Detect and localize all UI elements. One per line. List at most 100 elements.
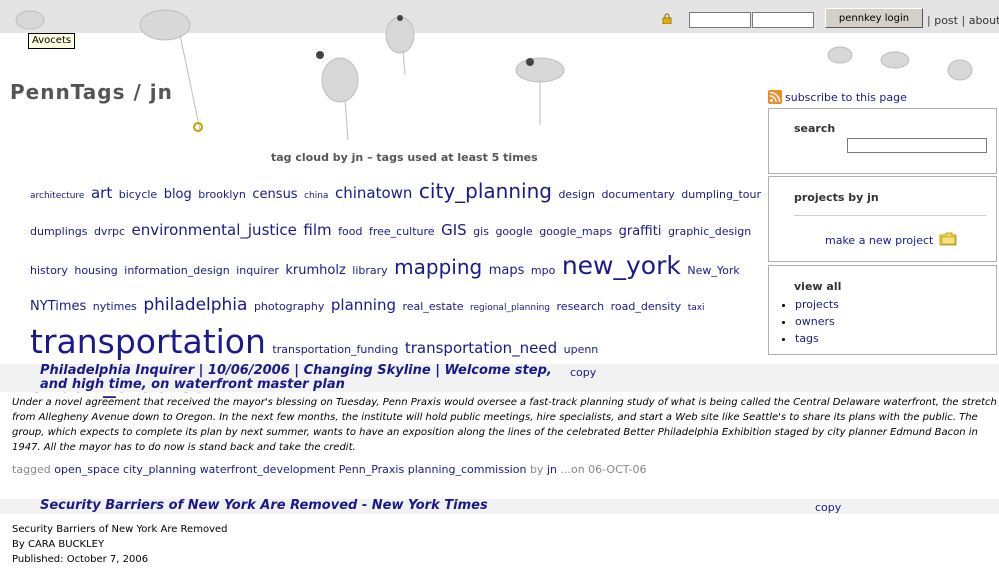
separator: | — [961, 14, 966, 27]
tag-link[interactable]: New_York — [687, 264, 739, 277]
description-line: By CARA BUCKLEY — [12, 539, 105, 550]
tag-link[interactable]: city_planning — [419, 179, 552, 203]
tag-link[interactable]: dumpling_tour — [681, 188, 761, 201]
copy-link[interactable]: copy — [815, 501, 841, 514]
divider — [794, 215, 986, 216]
lock-icon — [662, 13, 672, 24]
tag-link[interactable]: bicycle — [119, 188, 157, 201]
tag-link[interactable]: transportation_funding — [272, 343, 398, 356]
tag-link[interactable]: dvrpc — [94, 225, 125, 238]
tag-link[interactable]: mapping — [394, 255, 482, 279]
tag-link[interactable]: graphic_design — [668, 225, 751, 238]
tag-link[interactable]: NYTimes — [30, 299, 86, 314]
password-input[interactable] — [752, 12, 814, 28]
new-project-row: make a new project — [825, 232, 957, 247]
bookmark-meta: tagged open_space city_planning waterfro… — [12, 463, 646, 476]
copy-link[interactable]: copy — [570, 366, 596, 379]
search-panel: search — [768, 108, 997, 174]
tag-link[interactable]: new_york — [562, 251, 681, 280]
tag-link[interactable]: free_culture — [369, 225, 435, 238]
by-label: by — [529, 463, 544, 476]
subscribe-row: subscribe to this page — [768, 90, 907, 104]
tag-link[interactable]: design — [558, 188, 595, 201]
username-input[interactable] — [689, 12, 751, 28]
tag-link[interactable]: brooklyn — [198, 188, 246, 201]
folder-icon[interactable] — [939, 232, 957, 246]
tag-link[interactable]: graffiti — [619, 224, 662, 239]
tag-cloud-heading: tag cloud by jn – tags used at least 5 t… — [271, 151, 538, 164]
tag-link[interactable]: gis — [473, 225, 489, 238]
tag-link[interactable]: documentary — [601, 188, 674, 201]
view-all-heading: view all — [794, 280, 842, 293]
projects-panel: projects by jn make a new project — [768, 176, 997, 262]
tag-link[interactable]: transportation — [30, 322, 266, 361]
view-all-owners-link[interactable]: owners — [795, 315, 835, 328]
bookmark-date: ...on 06-OCT-06 — [560, 463, 647, 476]
tag-link[interactable]: nytimes — [93, 300, 137, 313]
tagged-label: tagged — [12, 463, 51, 476]
tag-link[interactable]: google_maps — [539, 225, 612, 238]
tag-link[interactable]: GIS — [441, 221, 467, 239]
bookmark-tag-link[interactable]: waterfront_development — [200, 463, 336, 476]
view-all-projects-link[interactable]: projects — [795, 298, 839, 311]
bookmark-tag-link[interactable]: city_planning — [123, 463, 196, 476]
bookmark-description: Under a novel agreement that received th… — [12, 397, 997, 453]
tag-link[interactable]: housing — [74, 264, 117, 277]
about-link[interactable]: about — [969, 14, 999, 27]
tag-link[interactable]: upenn — [564, 343, 599, 356]
tag-link[interactable]: regional_planning — [470, 303, 550, 313]
view-all-panel: view all projects owners tags — [768, 265, 997, 355]
search-input[interactable] — [847, 138, 987, 153]
tag-link[interactable]: road_density — [611, 300, 682, 313]
subscribe-link[interactable]: subscribe to this page — [785, 91, 907, 104]
tooltip: Avocets — [28, 33, 76, 49]
user-link[interactable]: jn — [547, 463, 557, 476]
list-item: owners — [795, 313, 839, 330]
tag-link[interactable]: photography — [254, 300, 324, 313]
tag-link[interactable]: taxi — [688, 303, 705, 313]
bookmark-tag-link[interactable]: open_space — [54, 463, 119, 476]
tag-link[interactable]: research — [557, 300, 605, 313]
separator: | — [927, 14, 931, 27]
bookmark-title-link[interactable]: Philadelphia Inquirer | 10/06/2006 | Cha… — [40, 364, 570, 392]
tag-link[interactable]: history — [30, 264, 68, 277]
tag-link[interactable]: environmental_justice — [132, 221, 297, 239]
bookmark-title-link[interactable]: Security Barriers of New York Are Remove… — [40, 499, 488, 513]
tag-link[interactable]: google — [495, 225, 532, 238]
description-line: Security Barriers of New York Are Remove… — [12, 524, 228, 535]
top-links: | post | about — [927, 14, 999, 27]
tag-link[interactable]: chinatown — [335, 184, 412, 202]
bookmark-tag-link[interactable]: Penn_Praxis — [339, 463, 404, 476]
tag-link[interactable]: mpo — [531, 264, 555, 277]
tag-link[interactable]: census — [252, 187, 297, 202]
bookmark-tag-link[interactable]: planning_commission — [408, 463, 527, 476]
tag-link[interactable]: food — [338, 225, 362, 238]
tag-link[interactable]: china — [304, 191, 328, 201]
rss-icon[interactable] — [768, 90, 782, 104]
tag-link[interactable]: planning — [331, 296, 396, 314]
list-item: projects — [795, 296, 839, 313]
site-title: PennTags / jn — [10, 80, 173, 104]
view-all-tags-link[interactable]: tags — [795, 332, 819, 345]
tag-link[interactable]: art — [91, 184, 112, 202]
post-link[interactable]: post — [934, 14, 958, 27]
tag-link[interactable]: real_estate — [402, 300, 463, 313]
make-new-project-link[interactable]: make a new project — [825, 234, 933, 247]
tag-link[interactable]: transportation_need — [405, 339, 557, 357]
tag-link[interactable]: architecture — [30, 191, 84, 201]
pennkey-login-button[interactable]: pennkey login — [825, 8, 923, 28]
tag-link[interactable]: dumplings — [30, 225, 87, 238]
tag-link[interactable]: philadelphia — [143, 295, 247, 315]
search-heading: search — [794, 122, 836, 135]
tag-link[interactable]: film — [303, 221, 331, 239]
bookmark-description: Security Barriers of New York Are Remove… — [12, 522, 228, 567]
projects-heading: projects by jn — [794, 191, 879, 204]
description-line: Published: October 7, 2006 — [12, 554, 149, 565]
tag-link[interactable]: inquirer — [236, 264, 279, 277]
view-all-list: projects owners tags — [783, 296, 839, 347]
tag-link[interactable]: krumholz — [285, 263, 345, 278]
tag-link[interactable]: information_design — [124, 264, 229, 277]
tag-link[interactable]: library — [352, 264, 387, 277]
tag-link[interactable]: blog — [164, 187, 192, 202]
tag-link[interactable]: maps — [489, 263, 525, 278]
